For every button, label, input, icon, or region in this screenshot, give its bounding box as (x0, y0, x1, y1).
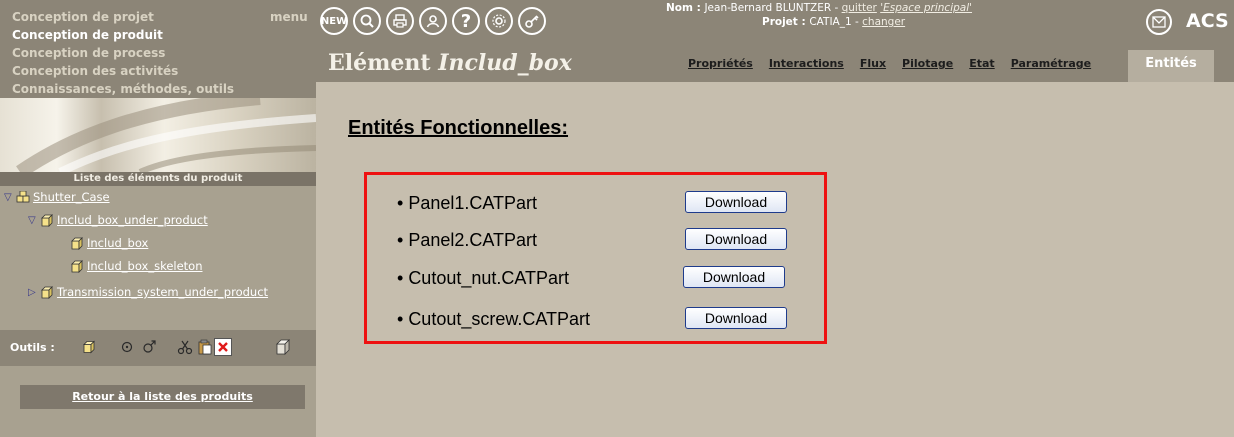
file-name: • Panel2.CATPart (397, 230, 538, 250)
download-button[interactable]: Download (685, 191, 787, 213)
download-button[interactable]: Download (685, 228, 787, 250)
expand-down-icon[interactable]: ▽ (28, 215, 40, 226)
change-project-link[interactable]: changer (862, 16, 905, 28)
new-icon[interactable]: NEW (320, 7, 348, 35)
page-title: Elément Includ_box (328, 50, 572, 76)
menu-item-knowledge[interactable]: Connaissances, méthodes, outils (12, 82, 234, 96)
menu-item-activities-design[interactable]: Conception des activités (12, 64, 178, 78)
part-cube-icon (41, 213, 53, 227)
help-icon[interactable]: ? (452, 7, 480, 35)
back-to-product-list-link[interactable]: Retour à la liste des produits (20, 385, 305, 409)
element-name: Includ_box (438, 50, 572, 76)
tab-pilotage[interactable]: Pilotage (902, 57, 953, 75)
product-list-title: Liste des éléments du produit (0, 172, 316, 186)
menu-toggle[interactable]: menu (270, 10, 308, 24)
print-icon[interactable] (386, 7, 414, 35)
part-cube-icon (71, 236, 83, 250)
tree-label[interactable]: Transmission_system_under_product (57, 285, 268, 299)
main-space-link[interactable]: 'Espace principal' (880, 2, 972, 14)
header: NEW ? Nom : Jean-Bernard BLUNTZER - quit… (316, 0, 1234, 82)
tab-parametrage[interactable]: Paramétrage (1011, 57, 1091, 75)
cut-icon[interactable] (176, 338, 194, 356)
expand-down-icon[interactable]: ▽ (4, 192, 16, 203)
list-item: • Panel2.CATPart Download (397, 228, 817, 254)
part-cube-icon (71, 259, 83, 273)
tree-label[interactable]: Includ_box (87, 236, 148, 250)
user-name: Jean-Bernard BLUNTZER (704, 2, 832, 14)
banner-image (0, 98, 316, 172)
main-content: Entités Fonctionnelles: • Panel1.CATPart… (316, 82, 1234, 437)
tree-item-includ-box-under-product[interactable]: ▽ Includ_box_under_product (28, 211, 208, 229)
tree-label[interactable]: Shutter_Case (33, 190, 110, 204)
sidebar: Conception de projet Conception de produ… (0, 0, 316, 437)
settings-icon[interactable] (485, 7, 513, 35)
tree-label[interactable]: Includ_box_skeleton (87, 259, 203, 273)
search-icon[interactable] (353, 7, 381, 35)
tools-label: Outils : (10, 341, 55, 354)
tree-item-shutter-case[interactable]: ▽ Shutter_Case (4, 188, 110, 206)
file-name: • Panel1.CATPart (397, 193, 538, 213)
file-name: • Cutout_screw.CATPart (397, 309, 591, 329)
list-item: • Panel1.CATPart Download (397, 191, 817, 217)
list-item: • Cutout_nut.CATPart Download (397, 266, 817, 292)
paste-icon[interactable] (196, 338, 214, 356)
quit-link[interactable]: quitter (842, 2, 877, 14)
tab-interactions[interactable]: Interactions (769, 57, 844, 75)
user-prefix: Nom : (666, 2, 705, 14)
tab-bar: Propriétés Interactions Flux Pilotage Et… (688, 57, 1091, 75)
tab-entites[interactable]: Entités (1128, 50, 1214, 82)
element-prefix: Elément (328, 50, 439, 76)
project-info: Projet : CATIA_1 - changer (762, 16, 906, 28)
expand-right-icon[interactable]: ▷ (28, 287, 40, 298)
tab-flux[interactable]: Flux (860, 57, 886, 75)
user-icon[interactable] (419, 7, 447, 35)
mail-icon[interactable] (1146, 9, 1172, 35)
male-symbol-icon[interactable] (140, 338, 158, 356)
tab-properties[interactable]: Propriétés (688, 57, 753, 75)
list-item: • Cutout_screw.CATPart Download (397, 307, 817, 333)
project-name: CATIA_1 (809, 16, 852, 28)
part-cube-icon (41, 285, 53, 299)
project-prefix: Projet : (762, 16, 810, 28)
tree-item-includ-box[interactable]: Includ_box (70, 234, 148, 252)
brand-logo: ACS (1186, 10, 1229, 32)
menu-item-project-design[interactable]: Conception de projet (12, 10, 154, 24)
menu-item-process-design[interactable]: Conception de process (12, 46, 165, 60)
package-icon[interactable] (274, 338, 292, 356)
female-symbol-icon[interactable] (118, 338, 136, 356)
assembly-icon (16, 190, 30, 202)
product-tree: ▽ Shutter_Case ▽ Includ_box_under_produc… (0, 188, 316, 326)
tools-bar: Outils : (0, 330, 316, 366)
section-title: Entités Fonctionnelles: (348, 117, 569, 139)
top-menu: Conception de projet Conception de produ… (0, 0, 316, 98)
user-info: Nom : Jean-Bernard BLUNTZER - quitter 'E… (666, 2, 973, 14)
file-name: • Cutout_nut.CATPart (397, 268, 570, 288)
tree-item-includ-box-skeleton[interactable]: Includ_box_skeleton (70, 257, 203, 275)
functional-entities-list: • Panel1.CATPart Download • Panel2.CATPa… (364, 172, 827, 344)
banner-curve-graphic (16, 98, 316, 172)
menu-item-product-design[interactable]: Conception de produit (12, 28, 163, 42)
delete-icon[interactable] (214, 338, 232, 356)
tree-label[interactable]: Includ_box_under_product (57, 213, 208, 227)
download-button[interactable]: Download (683, 266, 785, 288)
tree-item-transmission-system[interactable]: ▷ Transmission_system_under_product (28, 283, 268, 301)
key-icon[interactable] (518, 7, 546, 35)
tab-etat[interactable]: Etat (969, 57, 994, 75)
download-button[interactable]: Download (685, 307, 787, 329)
new-part-icon[interactable] (80, 338, 98, 356)
